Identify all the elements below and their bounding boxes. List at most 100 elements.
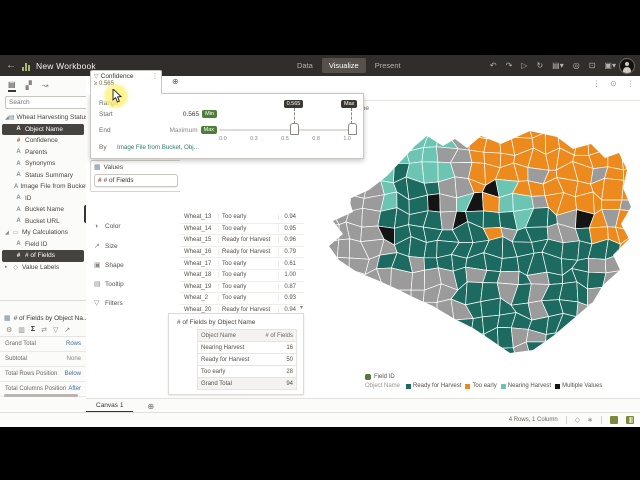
color-target[interactable]: ◑Color xyxy=(94,223,121,230)
avatar[interactable] xyxy=(619,58,635,74)
map-parcel[interactable] xyxy=(317,240,339,258)
tab-data[interactable]: Data xyxy=(290,58,320,73)
map-parcel[interactable] xyxy=(556,333,579,346)
field-item-field-id[interactable]: AField ID xyxy=(0,239,86,251)
touch-poi-icon[interactable]: ◎ xyxy=(573,62,580,70)
map-parcel[interactable] xyxy=(362,208,381,227)
field-item-object-name[interactable]: AObject Name xyxy=(2,124,84,136)
map-parcel[interactable] xyxy=(622,180,636,200)
property-value[interactable]: None xyxy=(67,356,81,362)
map-parcel[interactable] xyxy=(497,327,513,348)
filter-kebab-icon[interactable]: ⋮ xyxy=(152,73,158,80)
map-parcel[interactable] xyxy=(602,178,624,200)
axis-props-icon[interactable]: ⇄ xyxy=(41,326,47,334)
map-parcel[interactable] xyxy=(428,194,441,212)
totals-props-icon[interactable]: Σ xyxy=(31,326,35,334)
property-row[interactable]: Total Rows PositionBelow xyxy=(0,367,86,382)
min-badge[interactable]: Min xyxy=(202,110,217,118)
tooltip-target[interactable]: ▤Tooltip xyxy=(94,280,124,288)
map-parcel[interactable] xyxy=(395,152,410,164)
grammar-panel-toggle-icon[interactable] xyxy=(610,416,618,424)
table-row[interactable]: Wheat_16Ready for Harvest0.79 xyxy=(180,247,304,259)
horizontal-scrollbar[interactable] xyxy=(4,394,78,397)
undo-icon[interactable]: ↶ xyxy=(490,62,497,70)
viz-props-icon[interactable]: ▥ xyxy=(18,326,25,334)
visualizations-tab-icon[interactable]: ▞ xyxy=(26,81,32,91)
field-item-confidence[interactable]: #Confidence xyxy=(0,135,86,147)
share-icon[interactable]: ▤▾ xyxy=(552,62,564,70)
map-parcel[interactable] xyxy=(318,212,339,226)
max-badge[interactable]: Max xyxy=(201,126,217,134)
size-target[interactable]: ↗Size xyxy=(94,242,118,250)
data-tab-icon[interactable]: ▤ xyxy=(8,80,16,92)
map-parcel[interactable] xyxy=(616,210,639,231)
field-item-bucket-name[interactable]: ABucket Name xyxy=(0,204,86,216)
property-row[interactable]: SubtotalNone xyxy=(0,352,86,367)
map-parcel[interactable] xyxy=(471,317,484,334)
table-row[interactable]: Wheat_2Too early0.93 xyxy=(180,293,304,305)
summary-row[interactable]: Nearing Harvest16 xyxy=(198,342,296,354)
quality-insights-icon[interactable]: ◇ xyxy=(575,416,580,424)
table-row[interactable]: Wheat_18Too early1.00 xyxy=(180,270,304,282)
field-item-status-summary[interactable]: AStatus Summary xyxy=(0,170,86,182)
table-row[interactable]: Wheat_15Ready for Harvest0.96 xyxy=(180,235,304,247)
map-parcel[interactable] xyxy=(481,120,500,139)
map-parcel[interactable] xyxy=(546,333,560,344)
map-parcel[interactable] xyxy=(588,287,604,305)
map-parcel[interactable] xyxy=(481,298,501,317)
refresh-icon[interactable]: ↻ xyxy=(536,62,543,70)
map-parcel[interactable] xyxy=(497,271,519,284)
preview-icon[interactable]: ▷ xyxy=(521,62,527,70)
legend-item[interactable]: Too early xyxy=(465,383,496,389)
field-item--of-fields[interactable]: ## of Fields xyxy=(2,250,84,262)
map-parcel[interactable] xyxy=(331,257,349,269)
map-parcel[interactable] xyxy=(621,150,635,170)
table-row[interactable]: Wheat_19Too early0.87 xyxy=(180,282,304,294)
table-row[interactable]: Wheat_17Too early0.61 xyxy=(180,258,304,270)
map-parcel[interactable] xyxy=(422,162,438,184)
summary-table-viz[interactable]: # of Fields by Object Name Object Name# … xyxy=(168,313,304,395)
values-dropzone[interactable]: ▦ Values ## of Fields xyxy=(90,160,182,192)
map-parcel[interactable] xyxy=(484,138,501,153)
map-parcel[interactable] xyxy=(361,282,381,304)
map-parcel[interactable] xyxy=(411,290,424,302)
map-parcel[interactable] xyxy=(469,150,484,163)
canvas-tab[interactable]: Canvas 1 xyxy=(86,399,133,413)
map-parcel[interactable] xyxy=(421,302,437,317)
map-parcel[interactable] xyxy=(588,272,606,289)
legend-item[interactable]: Ready for Harvest xyxy=(406,383,461,389)
map-parcel[interactable] xyxy=(454,319,473,332)
field-item-wheat-harvesting-status[interactable]: ◢▤Wheat Harvesting Status xyxy=(0,112,86,124)
summary-row[interactable]: Too early28 xyxy=(198,366,296,378)
map-parcel[interactable] xyxy=(411,270,425,290)
summary-row[interactable]: Ready for Harvest50 xyxy=(198,354,296,366)
property-row[interactable]: Grand TotalRows xyxy=(0,337,86,352)
redo-icon[interactable]: ↷ xyxy=(506,62,513,70)
slider-handle1[interactable] xyxy=(290,123,299,135)
back-icon[interactable]: ← xyxy=(0,60,22,71)
field-item-parents[interactable]: AParents xyxy=(0,147,86,159)
general-props-icon[interactable]: ⚙ xyxy=(6,326,12,334)
analytics-props-icon[interactable]: ↗ xyxy=(64,326,70,334)
table-scroll-down-icon[interactable]: ▾ xyxy=(300,304,303,311)
filter-props-icon[interactable]: ▽ xyxy=(53,326,58,334)
tab-present[interactable]: Present xyxy=(368,58,408,73)
field-item-my-calculations[interactable]: ◢▭My Calculations xyxy=(0,227,86,239)
map-parcel[interactable] xyxy=(623,166,636,184)
map-parcel[interactable] xyxy=(588,258,606,273)
map-parcel[interactable] xyxy=(608,149,624,170)
property-value[interactable]: After xyxy=(68,386,81,392)
map-parcel[interactable] xyxy=(422,147,438,162)
property-value[interactable]: Rows xyxy=(66,341,81,347)
map-parcel[interactable] xyxy=(469,119,486,139)
map-parcel[interactable] xyxy=(602,200,622,210)
add-filter-icon[interactable]: ⊕ xyxy=(172,77,179,86)
add-canvas-icon[interactable]: ⊕ xyxy=(147,402,154,411)
map-parcel[interactable] xyxy=(346,178,367,198)
analytics-tab-icon[interactable]: ↝ xyxy=(42,81,49,91)
table-row[interactable]: Wheat_14Too early0.95 xyxy=(180,224,304,236)
map-parcel[interactable] xyxy=(511,120,532,138)
field-item-image-file-from-bucket[interactable]: AImage File from Bucket xyxy=(0,181,86,193)
filters-target[interactable]: ▽Filters xyxy=(94,299,123,307)
map-parcel[interactable] xyxy=(501,257,520,272)
